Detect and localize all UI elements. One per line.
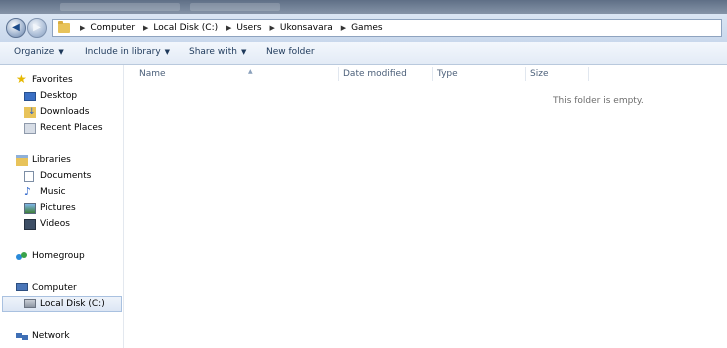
breadcrumb-users[interactable]: Users <box>236 23 261 33</box>
column-divider[interactable] <box>525 67 526 81</box>
sidebar-item-label: Desktop <box>40 91 78 101</box>
include-in-library-button[interactable]: Include in library ▼ <box>85 47 170 57</box>
sidebar-item-label: Favorites <box>32 75 73 85</box>
desktop-icon <box>24 92 36 101</box>
column-divider[interactable] <box>338 67 339 81</box>
chevron-down-icon: ▼ <box>164 48 171 56</box>
share-with-label: Share with <box>189 47 237 57</box>
sidebar-item-local-disk[interactable]: Local Disk (C:) <box>2 296 122 312</box>
window-title-bar <box>0 0 727 14</box>
back-button[interactable]: ◀ <box>6 18 26 38</box>
organize-button[interactable]: Organize ▼ <box>14 47 64 57</box>
sort-ascending-icon: ▲ <box>248 68 253 75</box>
computer-icon <box>16 283 28 291</box>
new-folder-label: New folder <box>266 47 315 57</box>
pictures-icon <box>24 203 36 214</box>
column-header-size[interactable]: Size <box>530 69 548 79</box>
breadcrumb-computer[interactable]: Computer <box>90 23 135 33</box>
back-arrow-icon: ◀ <box>12 22 20 33</box>
chevron-right-icon: ▶ <box>226 24 232 32</box>
sidebar-item-label: Local Disk (C:) <box>40 299 105 309</box>
forward-button[interactable]: ▶ <box>27 18 47 38</box>
breadcrumb-local-disk[interactable]: Local Disk (C:) <box>153 23 218 33</box>
forward-arrow-icon: ▶ <box>33 22 41 33</box>
column-divider[interactable] <box>588 67 589 81</box>
background-window-tab <box>60 3 180 11</box>
new-folder-button[interactable]: New folder <box>266 47 315 57</box>
chevron-right-icon: ▶ <box>80 24 86 32</box>
share-with-button[interactable]: Share with ▼ <box>189 47 246 57</box>
background-window-tab <box>190 3 280 11</box>
sidebar-item-label: Homegroup <box>32 251 85 261</box>
sidebar-item-label: Videos <box>40 219 70 229</box>
homegroup-icon <box>16 251 28 262</box>
column-header-date-modified[interactable]: Date modified <box>343 69 407 79</box>
videos-icon <box>24 219 36 230</box>
navigation-pane: ★ Favorites Desktop ↓ Downloads Recent P… <box>0 65 124 348</box>
recent-places-icon <box>24 123 36 134</box>
sidebar-item-label: Downloads <box>40 107 90 117</box>
command-toolbar: Organize ▼ Include in library ▼ Share with… <box>0 42 727 65</box>
breadcrumb-games[interactable]: Games <box>351 23 382 33</box>
address-row: ◀ ▶ ▶ Computer ▶ Local Disk (C:) ▶ Users ▶ U… <box>0 14 727 42</box>
sidebar-item-label: Recent Places <box>40 123 103 133</box>
sidebar-item-label: Computer <box>32 283 77 293</box>
music-icon: ♪ <box>24 185 32 198</box>
column-divider[interactable] <box>432 67 433 81</box>
chevron-right-icon: ▶ <box>340 24 347 32</box>
column-header-type[interactable]: Type <box>437 69 458 79</box>
network-icon <box>16 331 28 342</box>
address-bar[interactable]: ▶ Computer ▶ Local Disk (C:) ▶ Users ▶ Ukons… <box>52 19 722 37</box>
folder-icon <box>58 21 70 33</box>
organize-label: Organize <box>14 47 55 57</box>
sidebar-item-label: Music <box>40 187 66 197</box>
file-list[interactable]: Name ▲ Date modified Type Size This folde… <box>124 65 727 348</box>
include-in-library-label: Include in library <box>85 47 161 57</box>
chevron-down-icon: ▼ <box>240 48 247 56</box>
documents-icon <box>24 171 34 182</box>
breadcrumb: ▶ Computer ▶ Local Disk (C:) ▶ Users ▶ Ukons… <box>75 23 383 33</box>
chevron-right-icon: ▶ <box>269 24 275 32</box>
sidebar-item-label: Pictures <box>40 203 76 213</box>
column-header-name[interactable]: Name ▲ <box>139 68 253 79</box>
sidebar-item-label: Documents <box>40 171 92 181</box>
libraries-icon <box>16 155 28 166</box>
breadcrumb-user[interactable]: Ukonsavara <box>280 23 333 33</box>
empty-folder-message: This folder is empty. <box>553 96 644 106</box>
sidebar-item-label: Libraries <box>32 155 71 165</box>
downloads-icon: ↓ <box>24 107 36 118</box>
chevron-down-icon: ▼ <box>58 48 64 56</box>
sidebar-item-label: Network <box>32 331 70 341</box>
drive-icon <box>24 299 36 308</box>
chevron-right-icon: ▶ <box>143 24 149 32</box>
star-icon: ★ <box>16 72 27 86</box>
